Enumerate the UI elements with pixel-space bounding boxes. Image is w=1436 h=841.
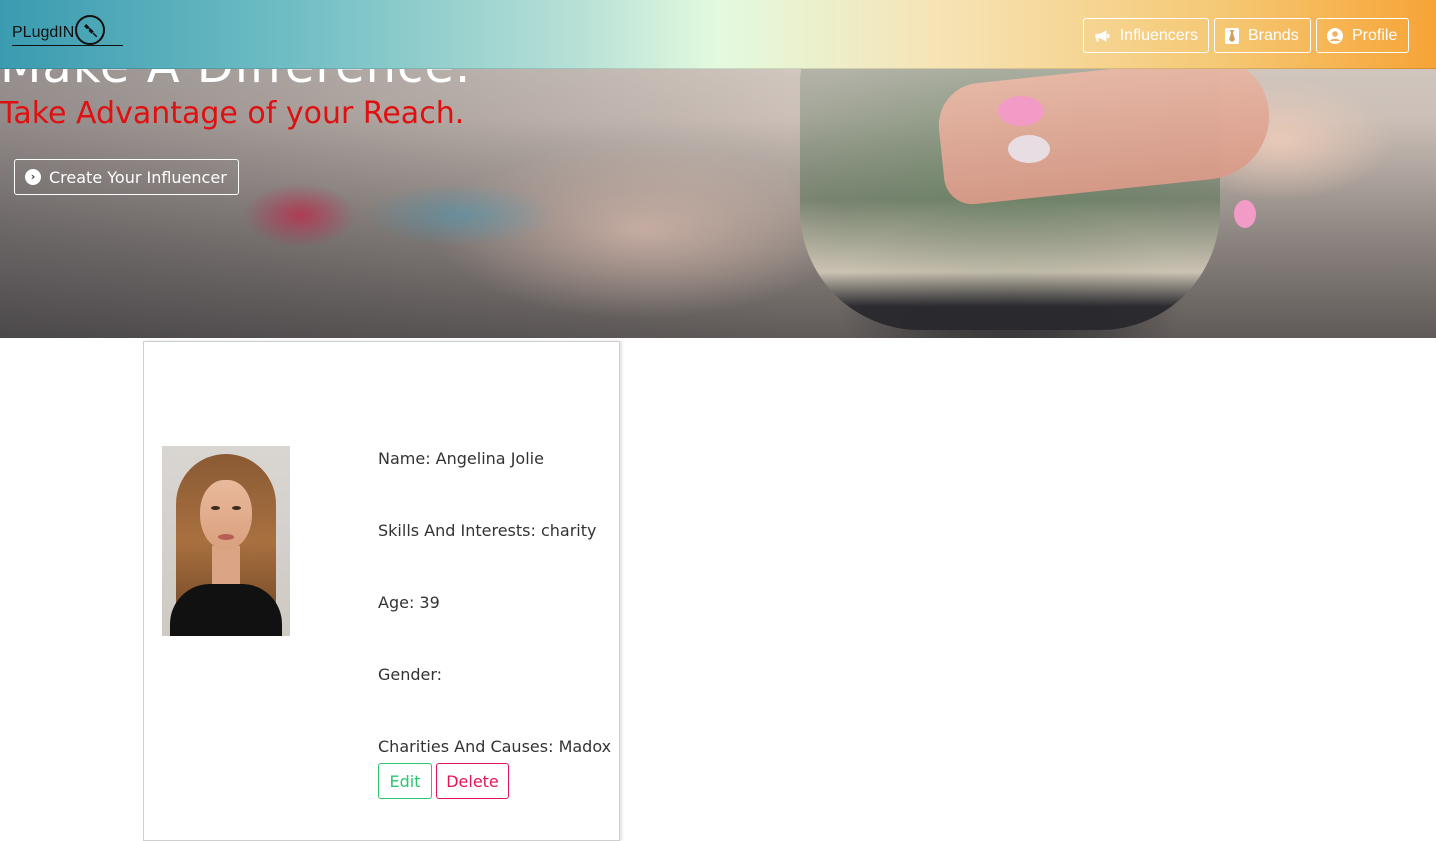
influencer-photo bbox=[162, 446, 290, 636]
delete-button[interactable]: Delete bbox=[436, 763, 509, 799]
create-influencer-button[interactable]: › Create Your Influencer bbox=[14, 159, 239, 195]
top-navbar: PLugdIN Influencers Brands Profile bbox=[0, 0, 1436, 69]
influencer-charities: Charities And Causes: Madox bbox=[378, 737, 612, 756]
brand-name: PLugdIN bbox=[12, 23, 75, 41]
hero-nail-image bbox=[1008, 135, 1050, 163]
hero-nail-image bbox=[998, 96, 1044, 126]
influencer-skills: Skills And Interests: charity bbox=[378, 521, 597, 540]
nav-profile-label: Profile bbox=[1352, 26, 1398, 44]
influencer-gender: Gender: bbox=[378, 665, 443, 684]
nav-brands-button[interactable]: Brands bbox=[1214, 18, 1311, 53]
create-influencer-label: Create Your Influencer bbox=[49, 167, 227, 187]
chevron-right-circle-icon: › bbox=[25, 169, 41, 185]
hero-subtitle: Take Advantage of your Reach. bbox=[0, 96, 465, 131]
plug-icon bbox=[75, 14, 106, 45]
brand-logo-link[interactable]: PLugdIN bbox=[12, 14, 124, 46]
hero-nail-image bbox=[1234, 200, 1256, 228]
nav-profile-button[interactable]: Profile bbox=[1316, 18, 1409, 53]
user-circle-icon bbox=[1327, 27, 1343, 44]
nav-brands-label: Brands bbox=[1248, 26, 1299, 44]
nav-influencers-button[interactable]: Influencers bbox=[1083, 18, 1209, 53]
influencer-age: Age: 39 bbox=[378, 593, 440, 612]
tie-icon bbox=[1225, 27, 1239, 44]
influencer-name: Name: Angelina Jolie bbox=[378, 449, 544, 468]
edit-button[interactable]: Edit bbox=[378, 763, 432, 799]
bullhorn-icon bbox=[1095, 29, 1110, 42]
nav-influencers-label: Influencers bbox=[1119, 26, 1198, 44]
